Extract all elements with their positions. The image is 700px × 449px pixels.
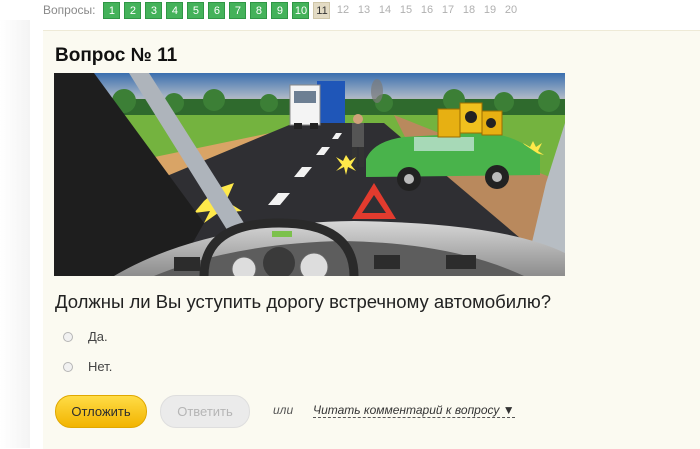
question-title: Вопрос № 11 [55, 45, 178, 66]
option-yes[interactable]: Да. [63, 329, 108, 344]
nav-question-13[interactable]: 13 [355, 2, 372, 19]
nav-question-8[interactable]: 8 [250, 1, 268, 19]
nav-question-18[interactable]: 18 [460, 2, 477, 19]
option-no[interactable]: Нет. [63, 359, 112, 374]
nav-question-17[interactable]: 17 [439, 2, 456, 19]
nav-question-4[interactable]: 4 [166, 1, 184, 19]
nav-question-20[interactable]: 20 [502, 2, 519, 19]
nav-question-2[interactable]: 2 [124, 1, 142, 19]
nav-items: 1 2 3 4 5 6 7 8 9 10 11 12 13 14 15 16 17 18 19 20 [103, 1, 523, 19]
nav-question-7[interactable]: 7 [229, 1, 247, 19]
nav-question-12[interactable]: 12 [334, 2, 351, 19]
nav-question-1[interactable]: 1 [103, 1, 121, 19]
question-illustration [54, 73, 565, 276]
nav-label: Вопросы: [43, 3, 96, 17]
radio-yes[interactable] [63, 331, 73, 342]
read-comments-link[interactable]: Читать комментарий к вопросу ▼ [313, 403, 515, 418]
nav-question-15[interactable]: 15 [397, 2, 414, 19]
question-navigation: Вопросы: 1 2 3 4 5 6 7 8 9 10 11 12 13 14 15 16 17 18 19 20 [0, 0, 700, 20]
or-label: или [273, 403, 294, 417]
nav-question-6[interactable]: 6 [208, 1, 226, 19]
nav-question-10[interactable]: 10 [292, 1, 310, 19]
nav-question-3[interactable]: 3 [145, 1, 163, 19]
radio-no[interactable] [63, 361, 73, 372]
question-text: Должны ли Вы уступить дорогу встречному … [55, 291, 552, 312]
question-panel: Вопрос № 11 Должны ли Вы уступить дорогу… [43, 30, 700, 449]
nav-question-5[interactable]: 5 [187, 1, 205, 19]
postpone-button[interactable]: Отложить [55, 395, 147, 428]
option-yes-label: Да. [88, 329, 108, 344]
nav-question-14[interactable]: 14 [376, 2, 393, 19]
nav-question-19[interactable]: 19 [481, 2, 498, 19]
page-left-edge [0, 20, 30, 448]
option-no-label: Нет. [88, 359, 113, 374]
nav-question-16[interactable]: 16 [418, 2, 435, 19]
nav-question-9[interactable]: 9 [271, 1, 289, 19]
answer-button[interactable]: Ответить [160, 395, 250, 428]
nav-question-11[interactable]: 11 [313, 1, 331, 19]
